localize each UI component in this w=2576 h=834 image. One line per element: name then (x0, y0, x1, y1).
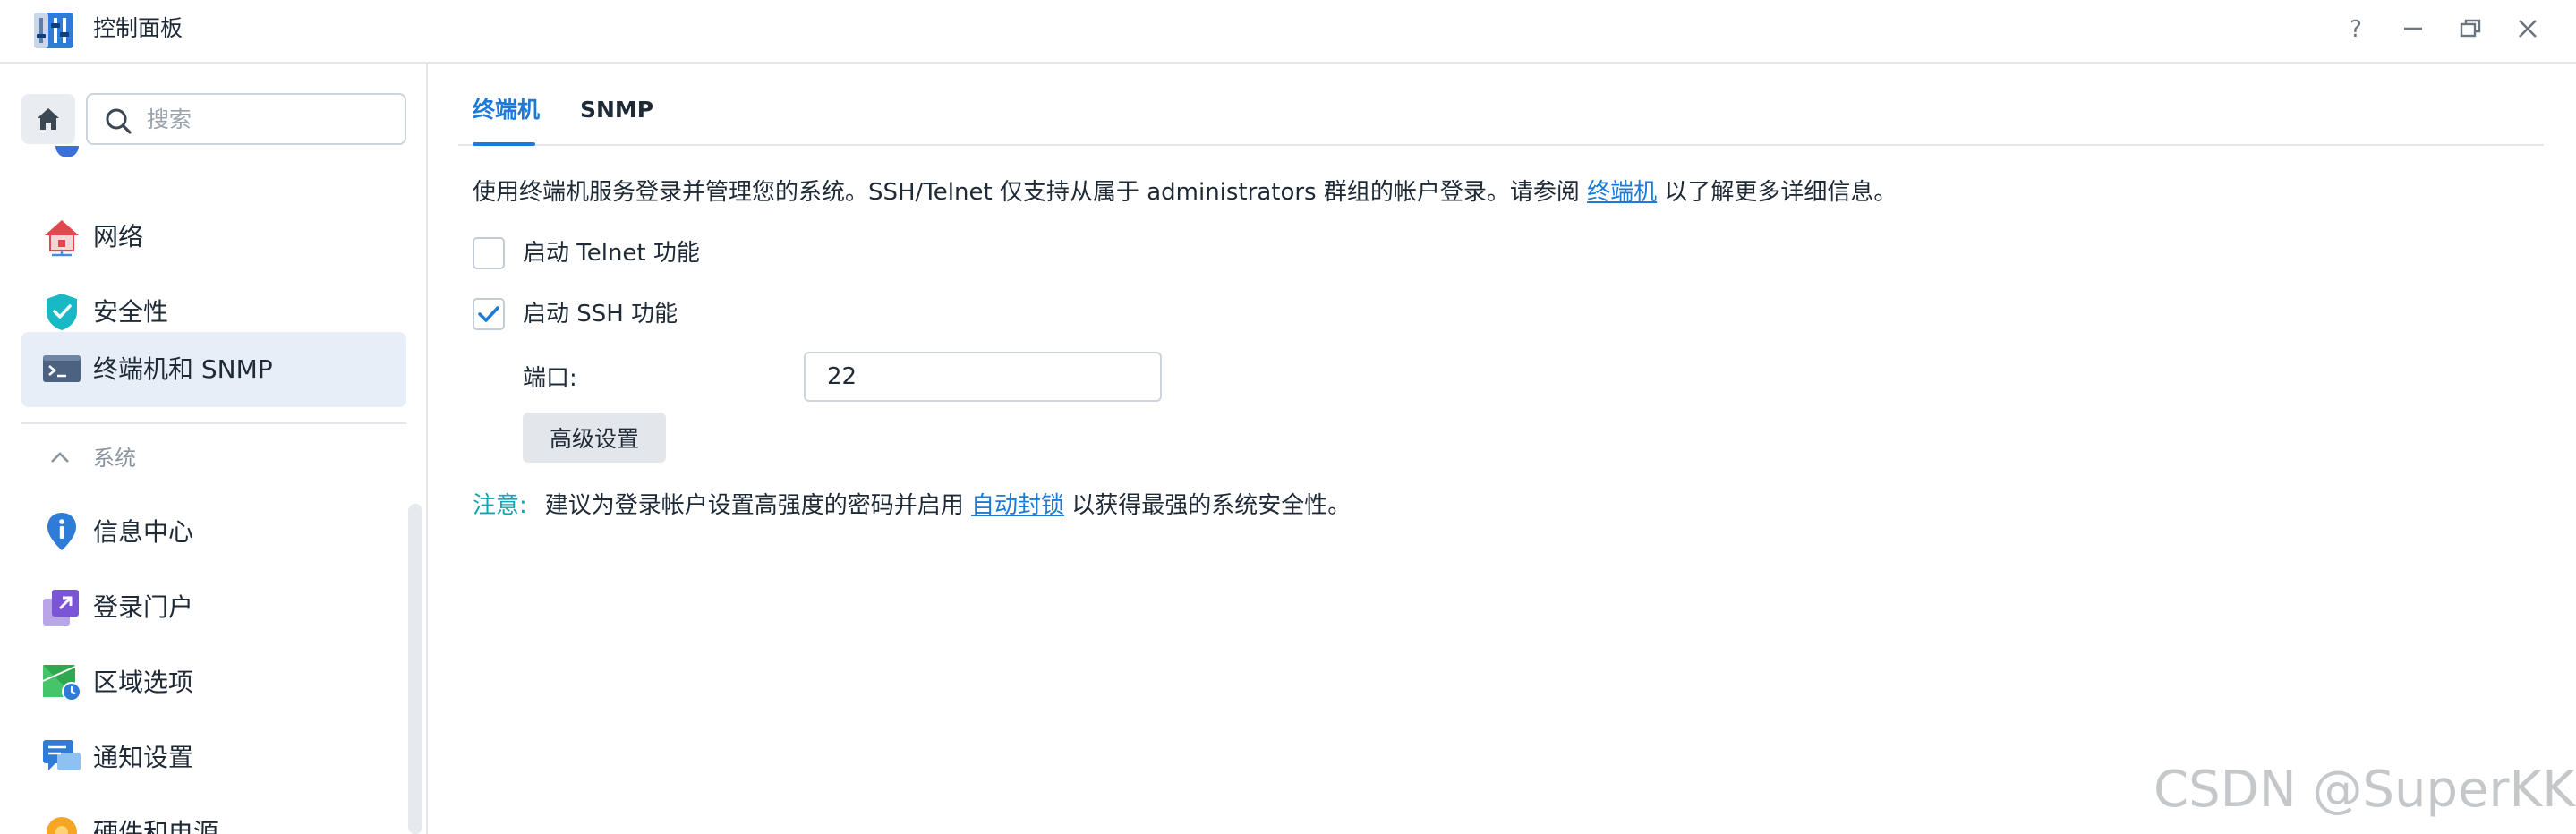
notification-chat-icon (43, 740, 81, 770)
sidebar-item-label: 通知设置 (93, 743, 194, 772)
search-icon (106, 108, 132, 134)
minimize-button[interactable] (2397, 13, 2429, 45)
close-icon (2519, 20, 2537, 38)
port-input[interactable] (804, 352, 1162, 402)
home-button[interactable] (21, 94, 75, 144)
note-label: 注意: (473, 492, 527, 519)
sidebar-item-label: 信息中心 (93, 517, 194, 547)
home-icon (38, 108, 59, 130)
close-button[interactable] (2512, 13, 2544, 45)
main-panel: 终端机 SNMP 使用终端机服务登录并管理您的系统。SSH/Telnet 仅支持… (430, 64, 2576, 834)
sidebar-section-system[interactable]: 系统 (21, 434, 406, 482)
help-button[interactable]: ? (2340, 13, 2372, 45)
security-note: 注意: 建议为登录帐户设置高强度的密码并启用 自动封锁 以获得最强的系统安全性。 (473, 488, 1351, 523)
tab-bar (458, 81, 2544, 146)
advanced-settings-button[interactable]: 高级设置 (523, 413, 666, 463)
telnet-label: 启动 Telnet 功能 (523, 240, 700, 267)
restore-icon (2460, 19, 2481, 38)
sidebar-item-info-center[interactable]: 信息中心 (21, 495, 406, 570)
sidebar-scrollbar[interactable] (408, 504, 422, 834)
telnet-checkbox[interactable] (473, 237, 505, 269)
auto-block-link[interactable]: 自动封锁 (971, 492, 1064, 519)
minimize-icon (2404, 27, 2422, 30)
note-text: 建议为登录帐户设置高强度的密码并启用 (544, 492, 972, 519)
network-house-icon (45, 220, 79, 257)
sidebar-item-network[interactable]: 网络 (21, 200, 406, 275)
scrolled-item-icon-fragment (55, 146, 79, 157)
watermark: CSDN @SuperKKig (2154, 761, 2576, 819)
search-input[interactable] (147, 102, 388, 136)
sidebar-item-login-portal[interactable]: 登录门户 (21, 570, 406, 645)
svg-text:?: ? (2350, 16, 2362, 43)
control-panel-app-icon (34, 13, 73, 48)
login-portal-icon (43, 590, 79, 626)
sidebar-item-label: 安全性 (93, 297, 169, 327)
control-panel-window: 控制面板 ? 搜索 网络 安全性 终端机和 SNMP 系统 信息中心 登录门户 … (0, 0, 2576, 834)
terminal-help-link[interactable]: 终端机 (1587, 179, 1657, 206)
sidebar-item-label: 硬件和电源 (93, 818, 219, 834)
restore-button[interactable] (2454, 13, 2486, 45)
terminal-description: 使用终端机服务登录并管理您的系统。SSH/Telnet 仅支持从属于 admin… (473, 174, 1897, 210)
sidebar-item-regional-options[interactable]: 区域选项 (21, 645, 406, 720)
sidebar-item-label: 网络 (93, 222, 144, 251)
note-text-end: 以获得最强的系统安全性。 (1064, 492, 1352, 519)
sidebar-divider (21, 422, 406, 424)
search-box[interactable] (86, 93, 406, 145)
port-label: 端口: (523, 365, 577, 392)
active-tab-indicator (473, 142, 535, 146)
description-text-end: 以了解更多详细信息。 (1657, 179, 1898, 206)
sidebar-item-terminal-snmp[interactable]: 终端机和 SNMP (21, 332, 406, 407)
ssh-checkbox[interactable] (473, 298, 505, 330)
terminal-icon (43, 355, 81, 382)
chevron-up-icon (51, 452, 69, 463)
title-bar: 控制面板 ? (0, 0, 2576, 64)
section-label: 系统 (93, 446, 136, 471)
window-title: 控制面板 (93, 15, 183, 41)
hardware-power-icon (47, 817, 77, 834)
sidebar-item-hardware-power[interactable]: 硬件和电源 (21, 796, 406, 834)
info-pin-icon (47, 513, 76, 550)
tab-terminal[interactable]: 终端机 (473, 94, 540, 126)
shield-check-icon (47, 294, 77, 330)
sidebar-item-label: 区域选项 (93, 668, 194, 697)
sidebar: 网络 安全性 终端机和 SNMP 系统 (0, 64, 428, 834)
sidebar-item-label: 登录门户 (93, 592, 194, 622)
help-icon: ? (2350, 16, 2362, 43)
ssh-label: 启动 SSH 功能 (523, 301, 678, 328)
tab-snmp[interactable]: SNMP (580, 94, 653, 126)
sidebar-item-notifications[interactable]: 通知设置 (21, 720, 406, 796)
description-text: 使用终端机服务登录并管理您的系统。SSH/Telnet 仅支持从属于 admin… (473, 179, 1588, 206)
sidebar-item-label: 终端机和 SNMP (93, 354, 273, 384)
checkmark-icon (478, 306, 499, 322)
region-map-clock-icon (42, 665, 81, 702)
